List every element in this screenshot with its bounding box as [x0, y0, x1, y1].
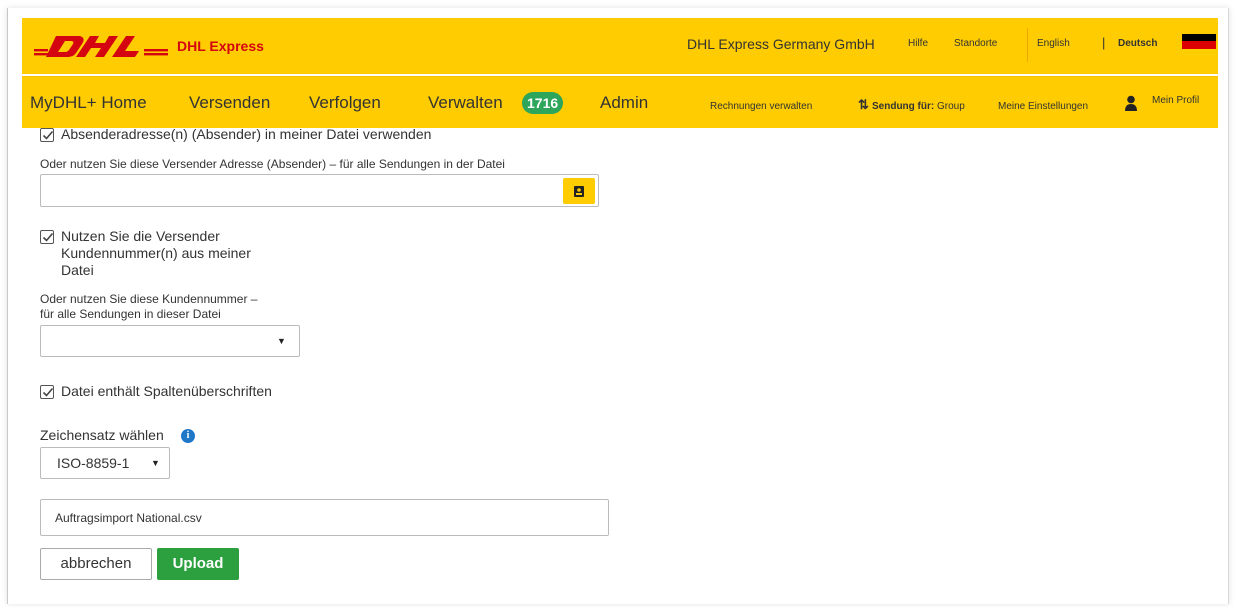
- chevron-down-icon: ▼: [151, 458, 160, 468]
- charset-select[interactable]: ISO-8859-1 ▼: [40, 447, 170, 479]
- use-customer-numbers-label-line3: Datei: [61, 262, 94, 278]
- user-icon: [1125, 95, 1137, 111]
- nav-send[interactable]: Versenden: [189, 93, 270, 113]
- alt-customer-number-label-line2: für alle Sendungen in dieser Datei: [40, 307, 221, 321]
- nav-home[interactable]: MyDHL+ Home: [30, 93, 147, 113]
- info-icon[interactable]: i: [181, 429, 195, 443]
- nav-invoices[interactable]: Rechnungen verwalten: [710, 101, 812, 112]
- ship-for-label: Sendung für:: [872, 101, 935, 112]
- divider: [1027, 28, 1028, 62]
- alt-sender-address-label: Oder nutzen Sie diese Versender Adresse …: [40, 157, 505, 171]
- use-customer-numbers-checkbox[interactable]: [40, 230, 54, 244]
- language-separator: |: [1102, 35, 1106, 50]
- brand-product-name: DHL Express: [177, 38, 264, 54]
- chevron-down-icon: ▼: [277, 336, 286, 346]
- file-name-field[interactable]: Auftragsimport National.csv: [40, 499, 609, 536]
- locations-link[interactable]: Standorte: [954, 38, 997, 49]
- checkmark-icon: [42, 232, 54, 242]
- main-nav: MyDHL+ Home Versenden Verfolgen Verwalte…: [22, 76, 1218, 128]
- address-book-icon: [574, 186, 584, 197]
- ship-for-value: Group: [937, 101, 965, 112]
- nav-admin[interactable]: Admin: [600, 93, 648, 113]
- checkmark-icon: [42, 387, 54, 397]
- has-headers-checkbox[interactable]: [40, 385, 54, 399]
- dhl-logo-icon[interactable]: [34, 34, 168, 58]
- company-name: DHL Express Germany GmbH: [687, 36, 875, 52]
- address-book-button[interactable]: [563, 178, 595, 204]
- nav-track[interactable]: Verfolgen: [309, 93, 381, 113]
- german-flag-icon[interactable]: [1182, 34, 1216, 56]
- checkmark-icon: [42, 130, 54, 140]
- charset-value: ISO-8859-1: [57, 455, 130, 471]
- manage-count-badge: 1716: [522, 92, 564, 114]
- alt-customer-number-label-line1: Oder nutzen Sie diese Kundennummer –: [40, 292, 258, 306]
- nav-profile[interactable]: Mein Profil: [1152, 95, 1199, 106]
- nav-manage[interactable]: Verwalten: [428, 93, 503, 113]
- cancel-button[interactable]: abbrechen: [40, 548, 152, 580]
- header-bar: DHL Express DHL Express Germany GmbH Hil…: [22, 18, 1218, 74]
- sort-icon: ⇅: [858, 97, 869, 112]
- use-customer-numbers-label-line2: Kundennummer(n) aus meiner: [61, 245, 251, 261]
- use-sender-address-label: Absenderadresse(n) (Absender) in meiner …: [61, 126, 432, 142]
- nav-settings[interactable]: Meine Einstellungen: [998, 101, 1088, 112]
- language-english-link[interactable]: English: [1037, 38, 1070, 49]
- use-sender-address-checkbox[interactable]: [40, 128, 54, 142]
- use-customer-numbers-label-line1: Nutzen Sie die Versender: [61, 228, 220, 244]
- language-deutsch-link[interactable]: Deutsch: [1118, 38, 1157, 49]
- has-headers-label: Datei enthält Spaltenüberschriften: [61, 383, 272, 399]
- file-name-value: Auftragsimport National.csv: [55, 511, 202, 525]
- ship-for-selector[interactable]: Sendung für: Group: [872, 101, 965, 112]
- upload-button[interactable]: Upload: [157, 548, 239, 580]
- charset-label: Zeichensatz wählen: [40, 427, 164, 443]
- help-link[interactable]: Hilfe: [908, 38, 928, 49]
- customer-number-select[interactable]: ▼: [40, 325, 300, 357]
- sender-address-input[interactable]: [40, 174, 599, 207]
